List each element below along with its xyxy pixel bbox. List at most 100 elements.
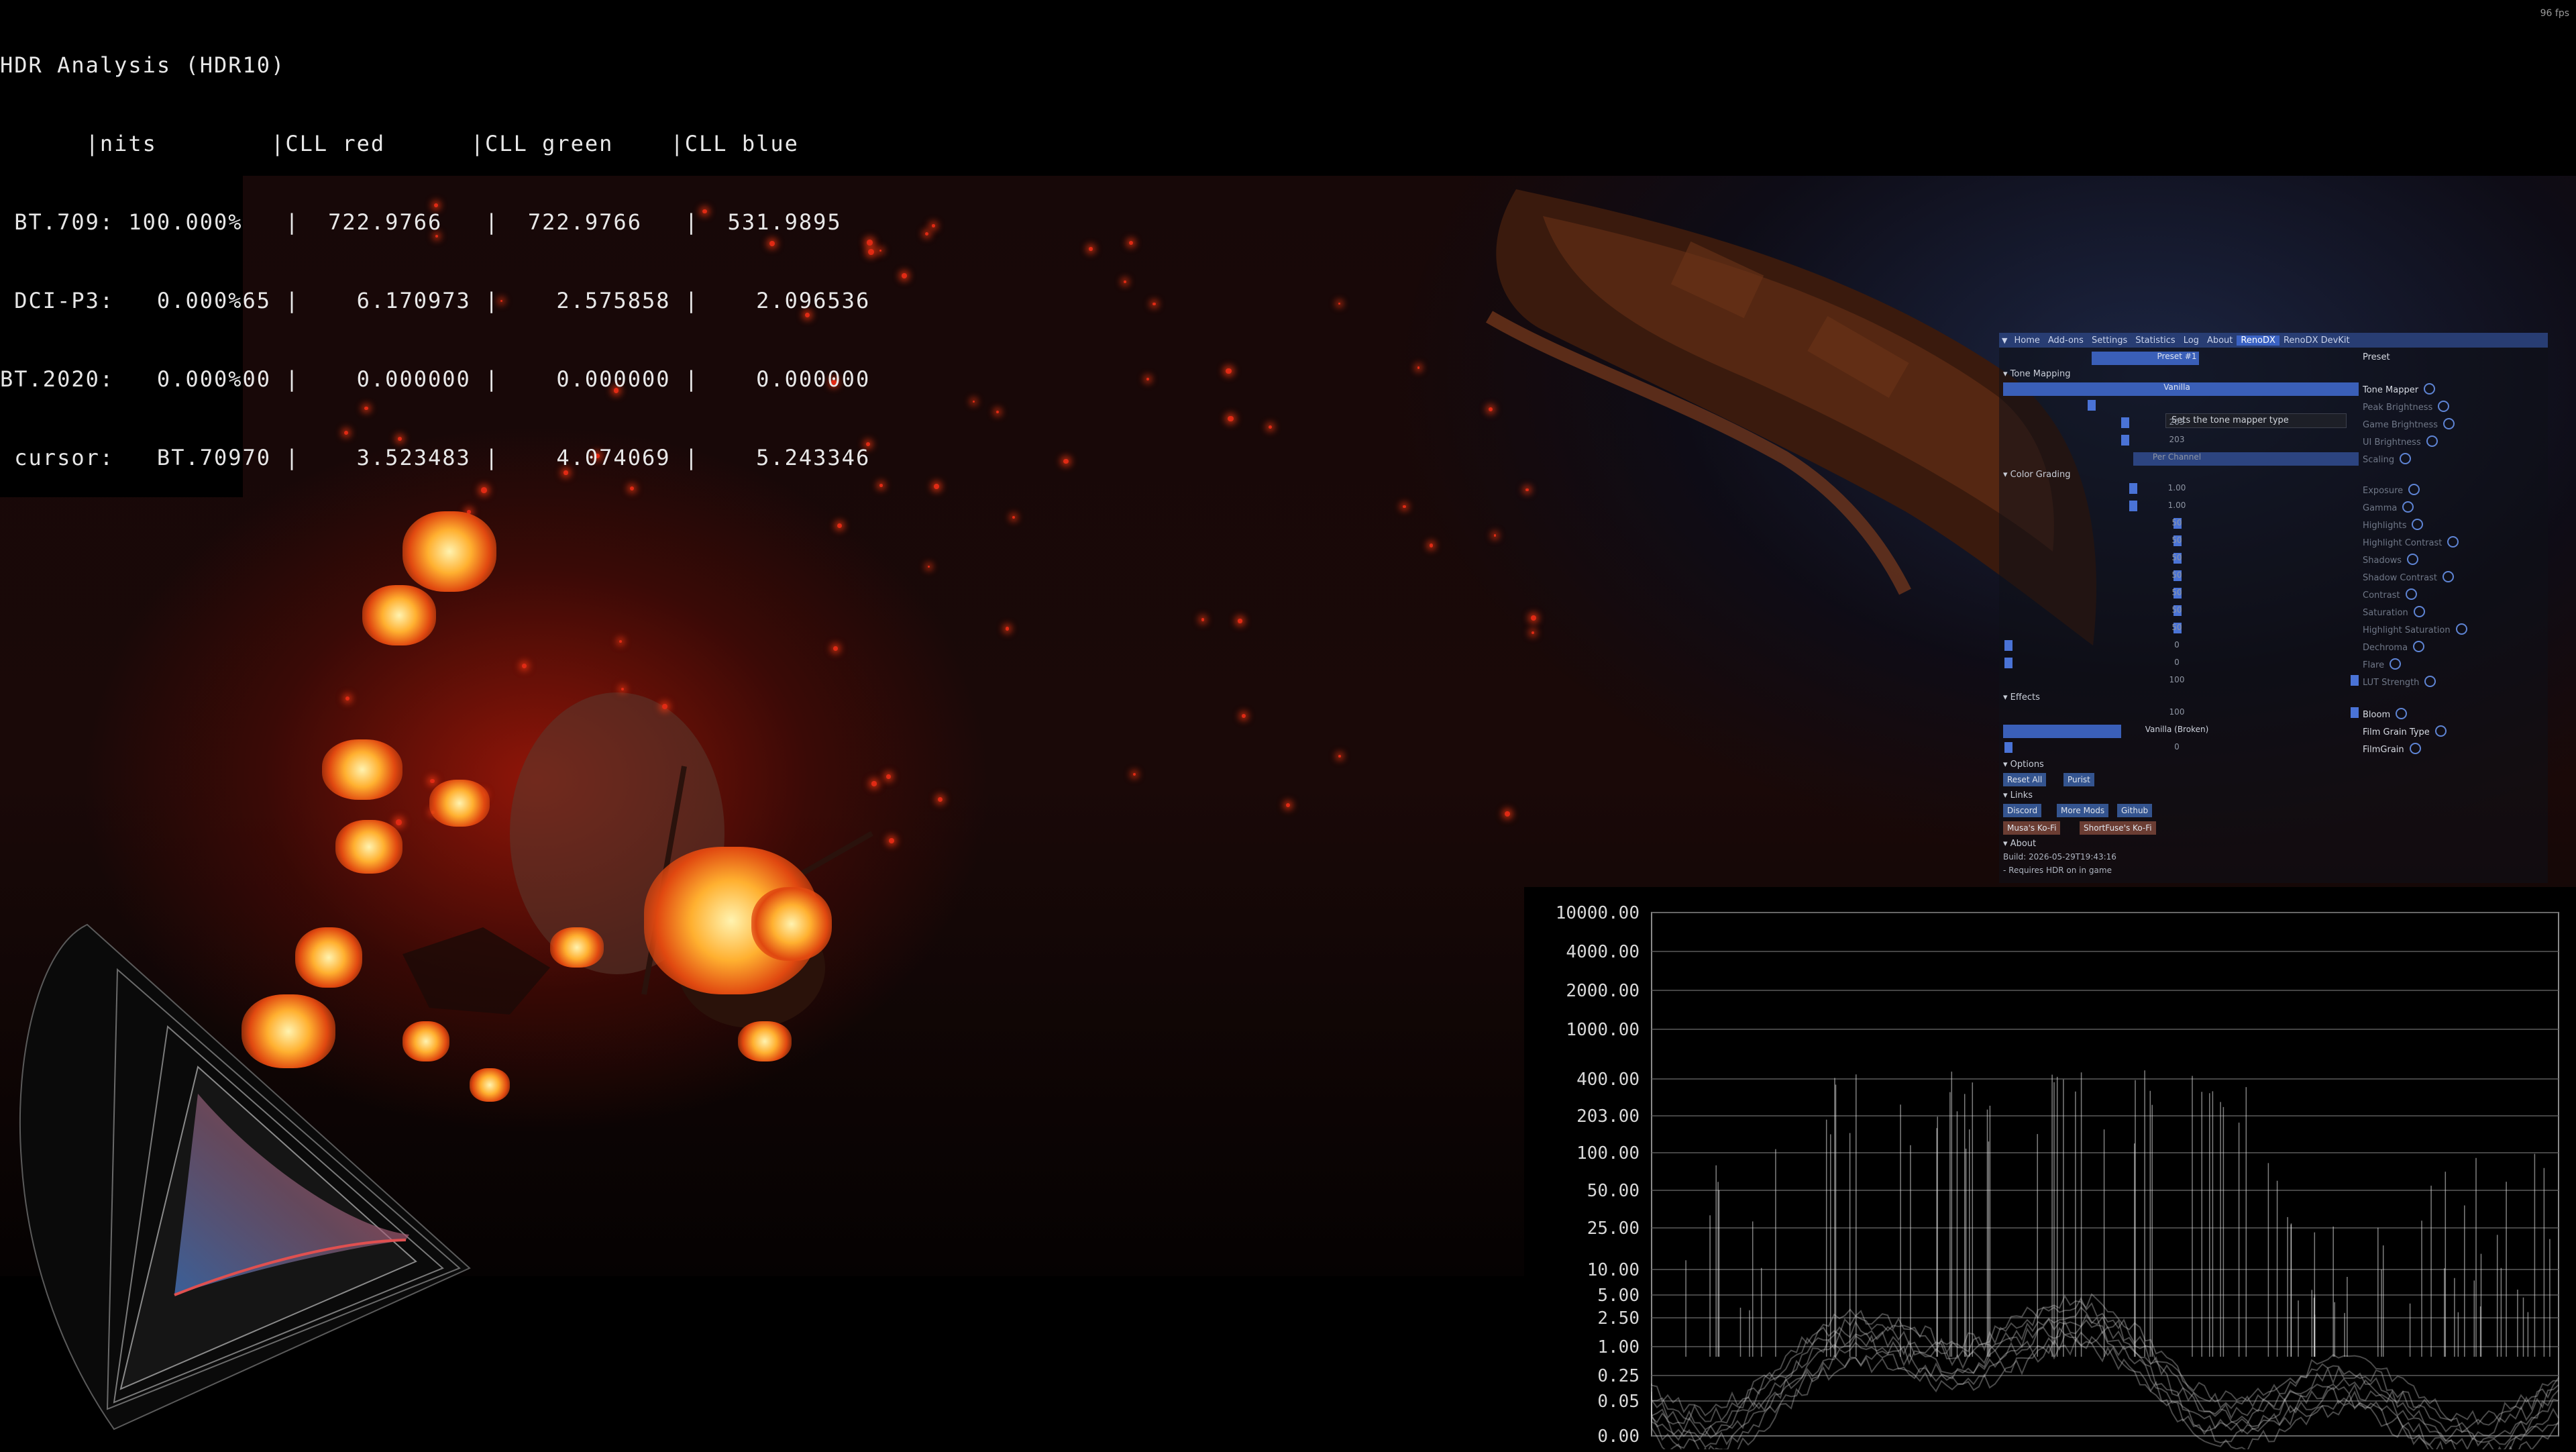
- reset-icon[interactable]: [2400, 453, 2412, 464]
- reset-icon[interactable]: [2442, 571, 2454, 582]
- ember-particle: [1286, 802, 1291, 808]
- ember-particle: [1242, 714, 1246, 719]
- preset-value: Preset #1: [2157, 352, 2197, 361]
- peak-brightness-slider-grab[interactable]: [2088, 400, 2096, 411]
- ember-particle: [886, 774, 891, 779]
- film-grain-value: 0: [2174, 742, 2180, 751]
- links-header[interactable]: ▾ Links: [2003, 790, 2033, 800]
- lut-label: LUT Strength: [2363, 676, 2436, 688]
- reset-icon[interactable]: [2443, 418, 2455, 429]
- gamma-label-text: Gamma: [2363, 503, 2398, 513]
- reset-icon[interactable]: [2396, 708, 2408, 719]
- ember-particle: [932, 224, 935, 227]
- ember-particle: [1132, 772, 1136, 776]
- film-grain-type-row: Vanilla (Broken) Film Grain Type: [1999, 723, 2548, 739]
- gamma-label: Gamma: [2363, 501, 2414, 513]
- contrast-row: 50 Contrast: [1999, 586, 2548, 603]
- ember-particle: [1429, 543, 1434, 548]
- exposure-value: 1.00: [2167, 483, 2186, 492]
- ember-particle: [1089, 247, 1093, 251]
- highlight-saturation-label: Highlight Saturation: [2363, 623, 2467, 635]
- ember-particle: [621, 688, 624, 690]
- ember-particle: [1201, 618, 1205, 621]
- musa-kofi-button[interactable]: Musa's Ko-Fi: [2003, 821, 2061, 835]
- highlight-saturation-value: 50: [2171, 623, 2182, 632]
- game-brightness-value: 203: [2169, 417, 2185, 427]
- ember-particle: [345, 696, 350, 701]
- effects-header[interactable]: ▾ Effects: [2003, 692, 2040, 703]
- reset-icon[interactable]: [2408, 484, 2420, 495]
- discord-button[interactable]: Discord: [2003, 804, 2042, 817]
- waveform-trace-band: [1651, 1318, 2559, 1451]
- ember-particle: [619, 639, 623, 643]
- ember-particle: [1531, 631, 1534, 634]
- reset-icon[interactable]: [2455, 623, 2467, 635]
- reset-icon[interactable]: [2413, 641, 2425, 652]
- about-header[interactable]: ▾ About: [2003, 839, 2036, 849]
- waveform-tick-label: 50.00: [1587, 1181, 1640, 1201]
- ember-particle: [902, 273, 908, 278]
- more-mods-button[interactable]: More Mods: [2057, 804, 2109, 817]
- hdr-title: HDR Analysis (HDR10): [0, 52, 286, 78]
- ember-particle: [1505, 811, 1511, 817]
- reset-icon[interactable]: [2409, 743, 2421, 754]
- github-button[interactable]: Github: [2117, 804, 2153, 817]
- shortfuse-kofi-button[interactable]: ShortFuse's Ko-Fi: [2080, 821, 2156, 835]
- reset-icon[interactable]: [2402, 501, 2414, 513]
- reset-icon[interactable]: [2390, 658, 2402, 670]
- bloom-row: 100 Bloom: [1999, 706, 2548, 722]
- tone-mapping-header-text: Tone Mapping: [2010, 369, 2071, 379]
- collapse-arrow-icon[interactable]: ▼: [1999, 336, 2010, 345]
- ui-brightness-label: UI Brightness: [2363, 435, 2438, 448]
- shadows-value: 50: [2171, 553, 2182, 562]
- film-grain-type-value: Vanilla (Broken): [2145, 725, 2209, 734]
- menu-settings[interactable]: Settings: [2088, 335, 2131, 346]
- highlight-contrast-row: 50 Highlight Contrast: [1999, 534, 2548, 550]
- dechroma-row: 0 Dechroma: [1999, 639, 2548, 655]
- reset-all-button[interactable]: Reset All: [2003, 773, 2047, 786]
- menu-renodx-devkit[interactable]: RenoDX DevKit: [2279, 335, 2354, 346]
- waveform-trace-band: [1651, 1334, 2559, 1452]
- ui-brightness-row: 203 UI Brightness: [1999, 433, 2548, 450]
- waveform-tick-label: 10000.00: [1556, 903, 1640, 923]
- waveform-frame: [1651, 912, 2559, 1437]
- renodx-settings-overlay[interactable]: ▼ Home Add-ons Settings Statistics Log A…: [1999, 333, 2548, 883]
- ember-particle: [1489, 407, 1493, 411]
- color-grading-header[interactable]: ▾ Color Grading: [2003, 470, 2071, 480]
- tone-mapping-header[interactable]: ▾ Tone Mapping: [2003, 369, 2071, 379]
- peak-brightness-row: Peak Brightness: [1999, 399, 2548, 415]
- waveform-tick-label: 5.00: [1597, 1286, 1640, 1306]
- peak-brightness-label: Peak Brightness: [2363, 401, 2450, 413]
- menu-renodx[interactable]: RenoDX: [2237, 335, 2279, 346]
- dechroma-label-text: Dechroma: [2363, 643, 2408, 653]
- menu-log[interactable]: Log: [2180, 335, 2203, 346]
- purist-button[interactable]: Purist: [2063, 773, 2094, 786]
- menu-about[interactable]: About: [2203, 335, 2237, 346]
- scaling-label: Scaling: [2363, 453, 2412, 465]
- menu-statistics[interactable]: Statistics: [2131, 335, 2179, 346]
- reset-icon[interactable]: [2412, 519, 2424, 530]
- menu-addons[interactable]: Add-ons: [2044, 335, 2088, 346]
- lut-label-text: LUT Strength: [2363, 678, 2420, 688]
- reset-icon[interactable]: [2447, 536, 2459, 548]
- options-header[interactable]: ▾ Options: [2003, 760, 2044, 770]
- saturation-value: 50: [2171, 605, 2182, 615]
- reset-icon[interactable]: [2426, 435, 2438, 447]
- reset-icon[interactable]: [2434, 725, 2447, 737]
- waveform-tick-label: 400.00: [1576, 1070, 1640, 1090]
- reset-icon[interactable]: [2405, 588, 2417, 600]
- ember-particle: [661, 703, 667, 709]
- waveform-tick-label: 25.00: [1587, 1218, 1640, 1239]
- ember-particle: [1403, 505, 1406, 509]
- reset-icon[interactable]: [2424, 383, 2436, 395]
- reset-icon[interactable]: [2407, 554, 2419, 565]
- fps-counter: 96 fps: [2540, 8, 2569, 19]
- reset-icon[interactable]: [2438, 401, 2450, 412]
- reset-icon[interactable]: [2413, 606, 2425, 617]
- ember-particle: [837, 523, 843, 528]
- menu-home[interactable]: Home: [2010, 335, 2043, 346]
- game-brightness-label: Game Brightness: [2363, 418, 2455, 430]
- ember-particle: [1338, 302, 1341, 305]
- reset-icon[interactable]: [2424, 676, 2436, 687]
- highlight-saturation-row: 50 Highlight Saturation: [1999, 621, 2548, 637]
